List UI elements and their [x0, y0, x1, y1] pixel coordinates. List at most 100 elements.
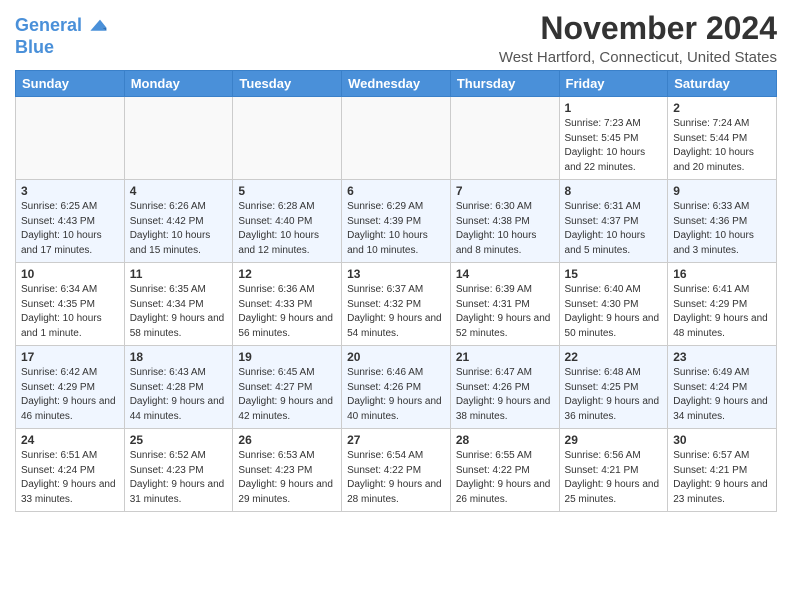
- calendar-cell: [342, 97, 451, 180]
- day-number: 1: [565, 101, 663, 115]
- calendar-cell: 5 Sunrise: 6:28 AM Sunset: 4:40 PM Daylig…: [233, 180, 342, 263]
- day-info: Sunrise: 6:29 AM Sunset: 4:39 PM Dayligh…: [347, 200, 445, 258]
- calendar-week-4: 17 Sunrise: 6:42 AM Sunset: 4:29 PM Dayli…: [16, 346, 777, 429]
- calendar-cell: 3Sunrise: 6:25 AM Sunset: 4:43 PM Daylig…: [16, 180, 125, 263]
- day-info: Sunrise: 6:56 AM Sunset: 4:21 PM Dayligh…: [565, 449, 663, 507]
- calendar-week-3: 10 Sunrise: 6:34 AM Sunset: 4:35 PM Dayli…: [16, 263, 777, 346]
- day-number: 5: [238, 184, 336, 198]
- calendar-cell: 30Sunrise: 6:57 AM Sunset: 4:21 PM Dayli…: [668, 429, 777, 512]
- day-number: 4: [130, 184, 228, 198]
- day-number: 19: [238, 350, 336, 364]
- day-info: Sunrise: 6:28 AM Sunset: 4:40 PM Dayligh…: [238, 200, 336, 258]
- logo-text: General Blue: [15, 14, 108, 58]
- day-number: 7: [456, 184, 554, 198]
- calendar-page: General Blue November 2024 West Hartford…: [0, 0, 792, 522]
- day-number: 11: [130, 267, 228, 281]
- day-info: Sunrise: 6:35 AM Sunset: 4:34 PM Dayligh…: [130, 283, 228, 341]
- calendar-week-2: 3Sunrise: 6:25 AM Sunset: 4:43 PM Daylig…: [16, 180, 777, 263]
- day-info: Sunrise: 6:30 AM Sunset: 4:38 PM Dayligh…: [456, 200, 554, 258]
- col-sunday: Sunday: [16, 71, 125, 97]
- day-info: Sunrise: 6:42 AM Sunset: 4:29 PM Dayligh…: [21, 366, 119, 424]
- day-number: 9: [673, 184, 771, 198]
- day-info: Sunrise: 6:48 AM Sunset: 4:25 PM Dayligh…: [565, 366, 663, 424]
- day-info: Sunrise: 6:51 AM Sunset: 4:24 PM Dayligh…: [21, 449, 119, 507]
- day-info: Sunrise: 6:40 AM Sunset: 4:30 PM Dayligh…: [565, 283, 663, 341]
- calendar-cell: 11 Sunrise: 6:35 AM Sunset: 4:34 PM Dayli…: [124, 263, 233, 346]
- day-number: 21: [456, 350, 554, 364]
- col-monday: Monday: [124, 71, 233, 97]
- day-info: Sunrise: 6:54 AM Sunset: 4:22 PM Dayligh…: [347, 449, 445, 507]
- calendar-cell: 25Sunrise: 6:52 AM Sunset: 4:23 PM Dayli…: [124, 429, 233, 512]
- calendar-cell: [450, 97, 559, 180]
- day-number: 27: [347, 433, 445, 447]
- calendar-cell: 22 Sunrise: 6:48 AM Sunset: 4:25 PM Dayli…: [559, 346, 668, 429]
- calendar-cell: [124, 97, 233, 180]
- calendar-cell: 2 Sunrise: 7:24 AM Sunset: 5:44 PM Daylig…: [668, 97, 777, 180]
- day-info: Sunrise: 6:39 AM Sunset: 4:31 PM Dayligh…: [456, 283, 554, 341]
- day-number: 16: [673, 267, 771, 281]
- calendar-week-5: 24Sunrise: 6:51 AM Sunset: 4:24 PM Dayli…: [16, 429, 777, 512]
- day-number: 15: [565, 267, 663, 281]
- day-info: Sunrise: 7:23 AM Sunset: 5:45 PM Dayligh…: [565, 117, 663, 175]
- calendar-cell: 6 Sunrise: 6:29 AM Sunset: 4:39 PM Daylig…: [342, 180, 451, 263]
- calendar-cell: 18 Sunrise: 6:43 AM Sunset: 4:28 PM Dayli…: [124, 346, 233, 429]
- day-number: 18: [130, 350, 228, 364]
- day-info: Sunrise: 6:45 AM Sunset: 4:27 PM Dayligh…: [238, 366, 336, 424]
- day-info: Sunrise: 6:46 AM Sunset: 4:26 PM Dayligh…: [347, 366, 445, 424]
- day-info: Sunrise: 6:49 AM Sunset: 4:24 PM Dayligh…: [673, 366, 771, 424]
- calendar-cell: 27 Sunrise: 6:54 AM Sunset: 4:22 PM Dayli…: [342, 429, 451, 512]
- calendar-cell: 9 Sunrise: 6:33 AM Sunset: 4:36 PM Daylig…: [668, 180, 777, 263]
- calendar-cell: 15 Sunrise: 6:40 AM Sunset: 4:30 PM Dayli…: [559, 263, 668, 346]
- calendar-cell: 10 Sunrise: 6:34 AM Sunset: 4:35 PM Dayli…: [16, 263, 125, 346]
- calendar-cell: [16, 97, 125, 180]
- day-info: Sunrise: 6:57 AM Sunset: 4:21 PM Dayligh…: [673, 449, 771, 507]
- day-info: Sunrise: 6:26 AM Sunset: 4:42 PM Dayligh…: [130, 200, 228, 258]
- day-number: 23: [673, 350, 771, 364]
- day-number: 14: [456, 267, 554, 281]
- day-info: Sunrise: 6:37 AM Sunset: 4:32 PM Dayligh…: [347, 283, 445, 341]
- calendar-cell: 8 Sunrise: 6:31 AM Sunset: 4:37 PM Daylig…: [559, 180, 668, 263]
- day-number: 6: [347, 184, 445, 198]
- col-tuesday: Tuesday: [233, 71, 342, 97]
- location-title: West Hartford, Connecticut, United State…: [499, 49, 777, 66]
- day-number: 13: [347, 267, 445, 281]
- day-number: 26: [238, 433, 336, 447]
- day-info: Sunrise: 6:55 AM Sunset: 4:22 PM Dayligh…: [456, 449, 554, 507]
- day-info: Sunrise: 6:43 AM Sunset: 4:28 PM Dayligh…: [130, 366, 228, 424]
- header: General Blue November 2024 West Hartford…: [15, 10, 777, 66]
- calendar-cell: 17 Sunrise: 6:42 AM Sunset: 4:29 PM Dayli…: [16, 346, 125, 429]
- day-number: 3: [21, 184, 119, 198]
- day-number: 28: [456, 433, 554, 447]
- day-info: Sunrise: 6:34 AM Sunset: 4:35 PM Dayligh…: [21, 283, 119, 341]
- calendar-cell: 21Sunrise: 6:47 AM Sunset: 4:26 PM Dayli…: [450, 346, 559, 429]
- day-info: Sunrise: 6:41 AM Sunset: 4:29 PM Dayligh…: [673, 283, 771, 341]
- calendar-header-row: Sunday Monday Tuesday Wednesday Thursday…: [16, 71, 777, 97]
- calendar-cell: 28 Sunrise: 6:55 AM Sunset: 4:22 PM Dayli…: [450, 429, 559, 512]
- day-info: Sunrise: 6:33 AM Sunset: 4:36 PM Dayligh…: [673, 200, 771, 258]
- day-number: 2: [673, 101, 771, 115]
- day-number: 12: [238, 267, 336, 281]
- title-block: November 2024 West Hartford, Connecticut…: [499, 10, 777, 66]
- day-number: 20: [347, 350, 445, 364]
- calendar-cell: 1 Sunrise: 7:23 AM Sunset: 5:45 PM Daylig…: [559, 97, 668, 180]
- day-number: 29: [565, 433, 663, 447]
- col-saturday: Saturday: [668, 71, 777, 97]
- day-info: Sunrise: 6:52 AM Sunset: 4:23 PM Dayligh…: [130, 449, 228, 507]
- logo-icon: [84, 14, 108, 38]
- day-number: 22: [565, 350, 663, 364]
- day-info: Sunrise: 6:36 AM Sunset: 4:33 PM Dayligh…: [238, 283, 336, 341]
- day-number: 10: [21, 267, 119, 281]
- day-number: 17: [21, 350, 119, 364]
- calendar-week-1: 1 Sunrise: 7:23 AM Sunset: 5:45 PM Daylig…: [16, 97, 777, 180]
- calendar-cell: 12 Sunrise: 6:36 AM Sunset: 4:33 PM Dayli…: [233, 263, 342, 346]
- day-info: Sunrise: 6:31 AM Sunset: 4:37 PM Dayligh…: [565, 200, 663, 258]
- day-number: 8: [565, 184, 663, 198]
- calendar-cell: 29 Sunrise: 6:56 AM Sunset: 4:21 PM Dayli…: [559, 429, 668, 512]
- logo: General Blue: [15, 14, 108, 58]
- day-info: Sunrise: 7:24 AM Sunset: 5:44 PM Dayligh…: [673, 117, 771, 175]
- calendar-cell: 20 Sunrise: 6:46 AM Sunset: 4:26 PM Dayli…: [342, 346, 451, 429]
- calendar-cell: 23 Sunrise: 6:49 AM Sunset: 4:24 PM Dayli…: [668, 346, 777, 429]
- day-info: Sunrise: 6:53 AM Sunset: 4:23 PM Dayligh…: [238, 449, 336, 507]
- calendar-table: Sunday Monday Tuesday Wednesday Thursday…: [15, 70, 777, 512]
- calendar-cell: 4 Sunrise: 6:26 AM Sunset: 4:42 PM Daylig…: [124, 180, 233, 263]
